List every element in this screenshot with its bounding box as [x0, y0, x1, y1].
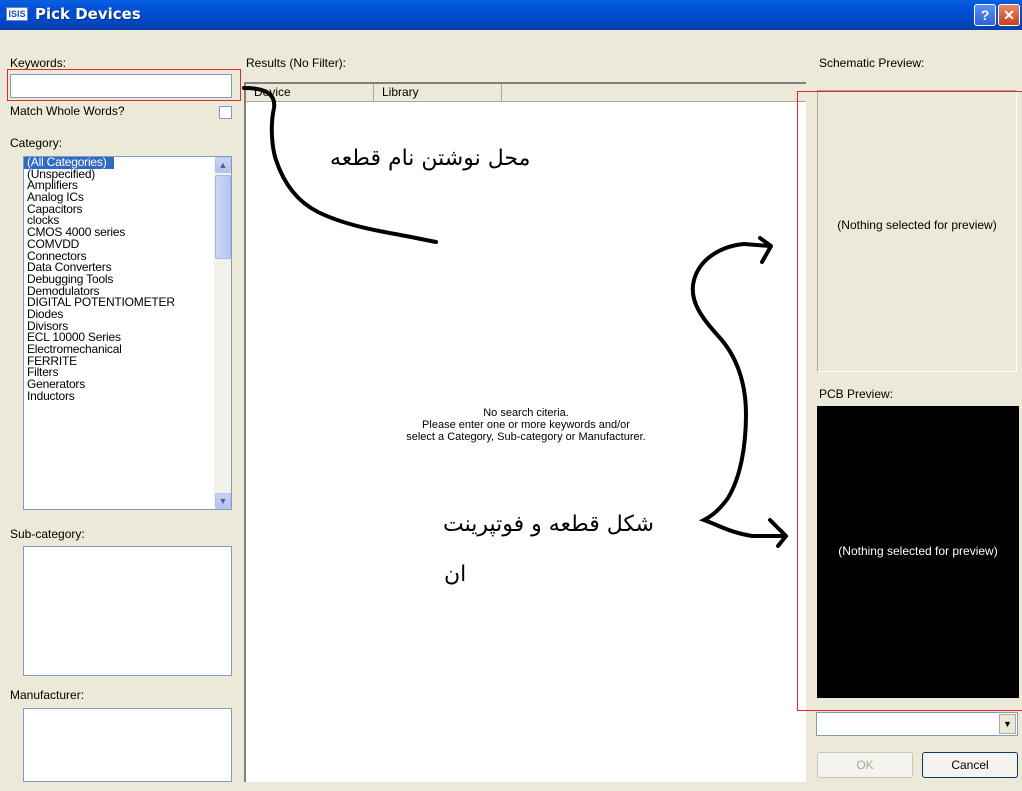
arrow-head-bottom — [768, 518, 788, 548]
arrow-head-top — [742, 236, 773, 264]
annotation-arrows — [242, 86, 788, 548]
preview-annotation-line1: شکل قطعه و فوتپرینت — [443, 512, 654, 537]
preview-arrow — [690, 242, 786, 538]
keyword-annotation: محل نوشتن نام قطعه — [330, 146, 531, 171]
preview-annotation-line2: ان — [444, 562, 467, 587]
